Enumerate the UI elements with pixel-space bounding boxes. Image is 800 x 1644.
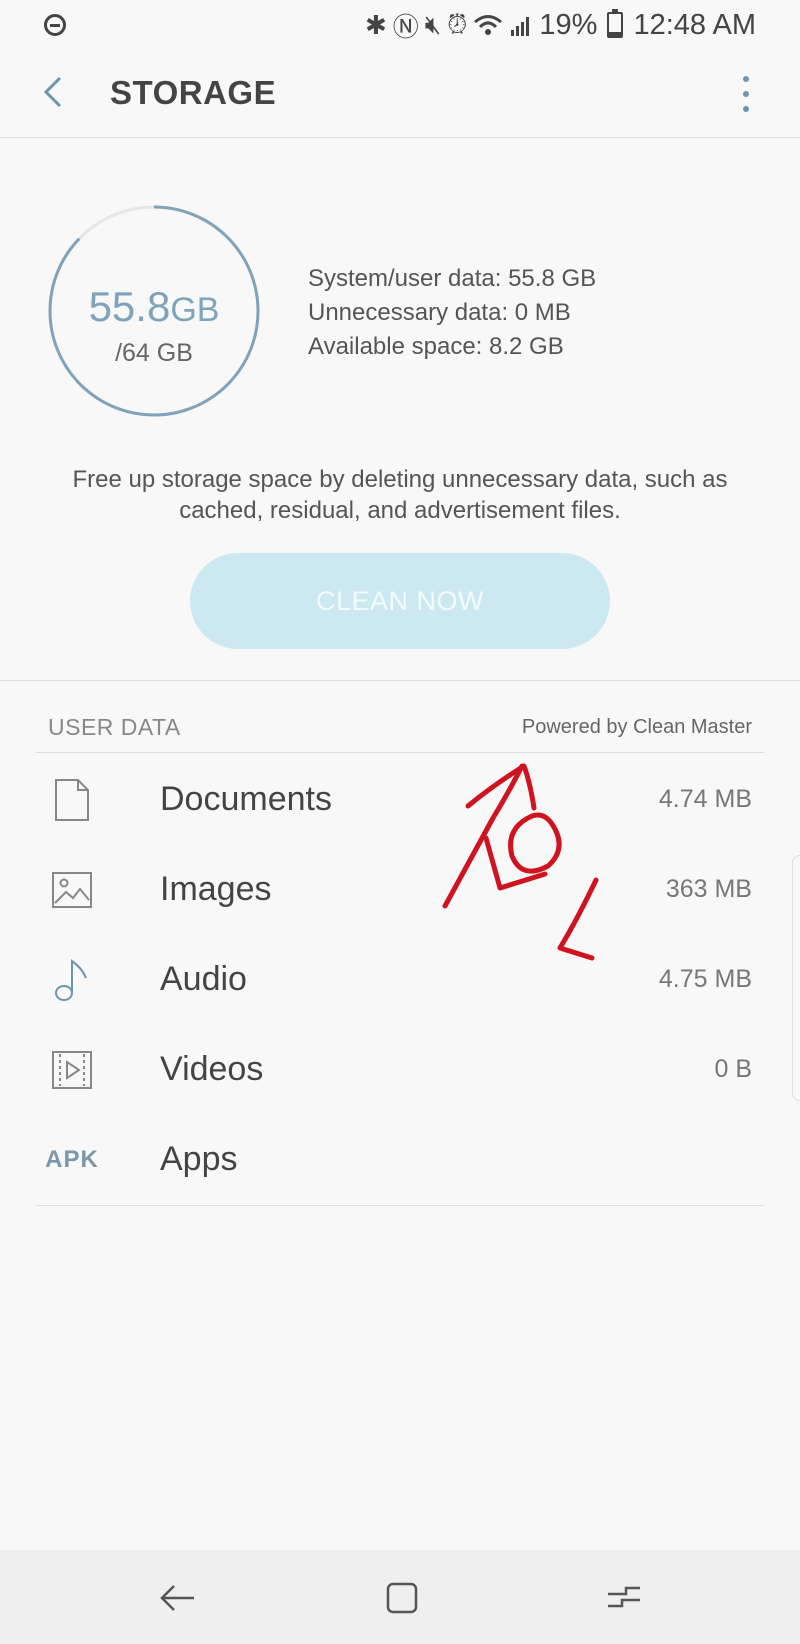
used-storage: 55.8GB bbox=[46, 283, 262, 331]
page-title: STORAGE bbox=[110, 74, 277, 111]
alarm-icon: ⏰︎ bbox=[447, 9, 468, 39]
item-size: 363 MB bbox=[665, 875, 752, 903]
battery-icon bbox=[607, 9, 624, 38]
status-time: 12:48 AM bbox=[633, 8, 756, 41]
list-bottom-rule bbox=[36, 1205, 764, 1206]
document-icon bbox=[50, 778, 94, 822]
music-note-icon bbox=[50, 958, 94, 1002]
video-icon bbox=[50, 1048, 94, 1092]
stat-unnecessary-data: Unnecessary data: 0 MB bbox=[308, 299, 571, 326]
item-label: Documents bbox=[160, 780, 332, 818]
back-nav-icon[interactable] bbox=[158, 1578, 198, 1618]
section-title: USER DATA bbox=[48, 714, 181, 740]
back-arrow-icon[interactable] bbox=[36, 74, 72, 110]
clean-now-button[interactable]: CLEAN NOW bbox=[190, 553, 610, 649]
section-rule bbox=[36, 752, 764, 753]
list-item-images[interactable]: Images 363 MB bbox=[0, 845, 800, 935]
stat-available-space: Available space: 8.2 GB bbox=[308, 333, 564, 360]
nfc-icon: Ⓝ bbox=[392, 11, 419, 42]
app-bar: STORAGE bbox=[0, 50, 800, 138]
list-item-videos[interactable]: Videos 0 B bbox=[0, 1025, 800, 1115]
item-label: Videos bbox=[160, 1050, 264, 1088]
stat-system-user-data: System/user data: 55.8 GB bbox=[308, 265, 597, 292]
item-label: Audio bbox=[160, 960, 247, 998]
navigation-bar bbox=[0, 1550, 800, 1644]
item-size: 4.74 MB bbox=[658, 785, 752, 813]
clean-description: Free up storage space by deleting unnece… bbox=[72, 466, 728, 524]
mute-icon: 🔇︎ bbox=[424, 9, 442, 39]
signal-icon bbox=[511, 17, 530, 36]
image-icon bbox=[50, 868, 94, 912]
edge-panel-handle[interactable] bbox=[792, 855, 800, 1101]
bluetooth-icon: ✱ bbox=[364, 9, 387, 40]
list-item-documents[interactable]: Documents 4.74 MB bbox=[0, 755, 800, 845]
storage-stats: System/user data: 55.8 GB Unnecessary da… bbox=[308, 262, 596, 364]
total-storage: /64 GB bbox=[115, 339, 193, 367]
apk-icon: APK bbox=[45, 1146, 99, 1173]
recent-apps-icon[interactable] bbox=[604, 1578, 644, 1618]
wifi-icon bbox=[474, 15, 503, 35]
more-options-icon[interactable] bbox=[736, 76, 756, 112]
battery-percent: 19% bbox=[539, 8, 598, 41]
do-not-disturb-icon bbox=[44, 14, 66, 36]
used-storage-value: 55.8 bbox=[88, 283, 171, 330]
storage-usage-ring: 55.8GB /64 GB bbox=[46, 203, 262, 419]
user-data-list: Documents 4.74 MB Images 363 MB Audio 4.… bbox=[0, 755, 800, 1205]
list-item-apps[interactable]: APK Apps bbox=[0, 1115, 800, 1205]
item-size: 0 B bbox=[714, 1055, 752, 1083]
home-nav-icon[interactable] bbox=[382, 1578, 422, 1618]
item-size: 4.75 MB bbox=[658, 965, 752, 993]
item-label: Images bbox=[160, 870, 272, 908]
status-bar: ✱ Ⓝ 🔇︎ ⏰︎ 19% 12:48 AM bbox=[0, 0, 800, 50]
powered-by-label: Powered by Clean Master bbox=[521, 716, 752, 738]
section-divider bbox=[0, 680, 800, 681]
item-label: Apps bbox=[160, 1140, 238, 1178]
list-item-audio[interactable]: Audio 4.75 MB bbox=[0, 935, 800, 1025]
used-storage-unit: GB bbox=[170, 291, 220, 329]
